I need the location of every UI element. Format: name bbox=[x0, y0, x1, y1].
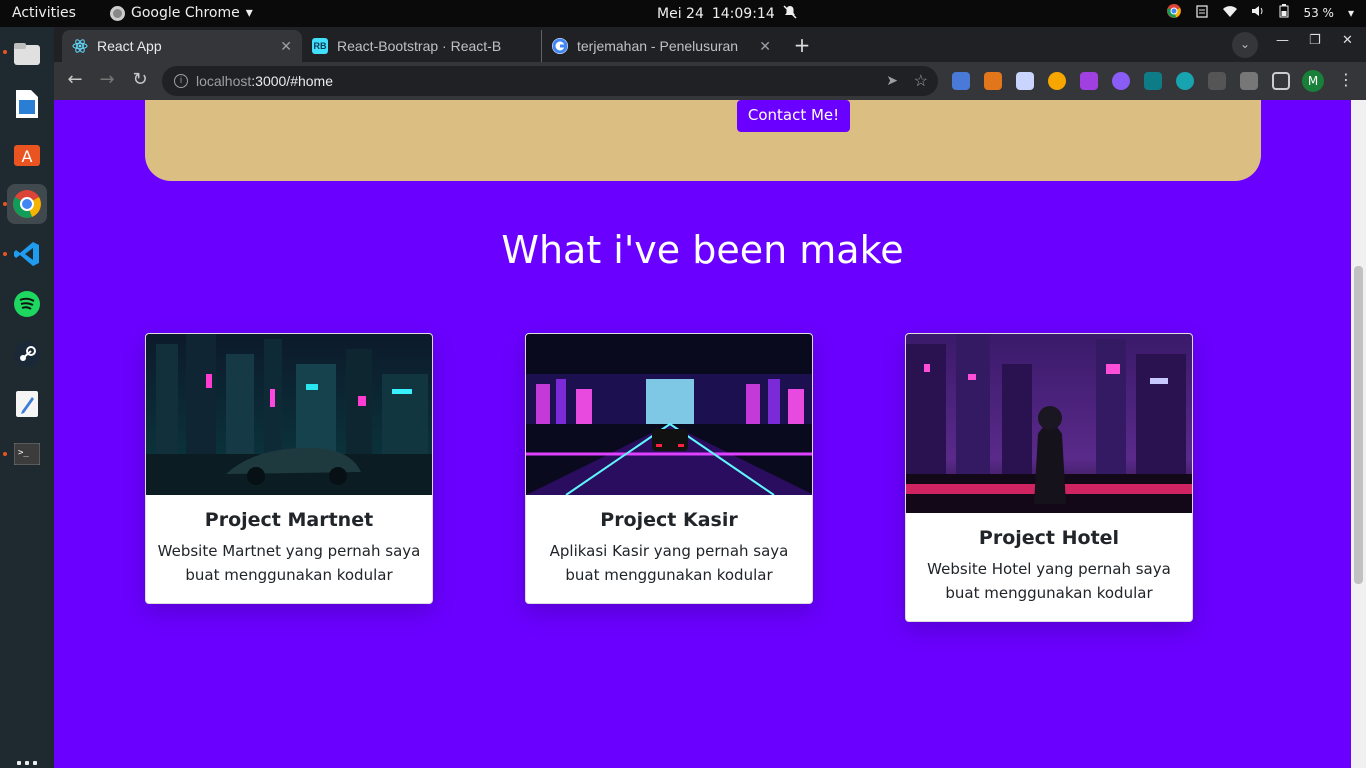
react-bootstrap-favicon-icon: RB bbox=[312, 38, 328, 54]
app-menu-label: Google Chrome bbox=[131, 5, 240, 21]
files-app-icon[interactable] bbox=[7, 34, 47, 74]
close-window-icon[interactable]: ✕ bbox=[1342, 33, 1353, 48]
profile-avatar[interactable]: M bbox=[1302, 70, 1324, 92]
google-favicon-icon bbox=[552, 38, 568, 54]
extensions-puzzle-icon[interactable] bbox=[1240, 72, 1258, 90]
tab-react-app[interactable]: React App ✕ bbox=[62, 30, 302, 62]
chrome-app-icon bbox=[110, 5, 125, 21]
k-extension-icon[interactable] bbox=[1080, 72, 1098, 90]
spotify-app-icon[interactable] bbox=[7, 284, 47, 324]
tab-title: React App bbox=[97, 38, 162, 54]
page-viewport: Contact Me! What i've been make Project … bbox=[54, 100, 1351, 768]
project-card[interactable]: Project Kasir Aplikasi Kasir yang pernah… bbox=[525, 333, 813, 604]
address-bar[interactable]: i localhost:3000/#home ➤ ☆ bbox=[162, 66, 938, 96]
power-menu-chevron-icon: ▾ bbox=[1347, 5, 1354, 20]
chrome-menu-icon[interactable]: ⋮ bbox=[1338, 70, 1354, 89]
project-image-hotel bbox=[906, 334, 1192, 513]
reload-button[interactable]: ↻ bbox=[129, 70, 151, 92]
card-text: Website Hotel yang pernah saya buat meng… bbox=[927, 560, 1171, 602]
show-applications-icon[interactable] bbox=[17, 761, 37, 768]
vscode-app-icon[interactable] bbox=[7, 234, 47, 274]
software-center-icon[interactable]: A bbox=[7, 134, 47, 174]
scrollbar-thumb[interactable] bbox=[1354, 266, 1363, 584]
card-title: Project Kasir bbox=[600, 509, 738, 531]
card-body: Project Kasir Aplikasi Kasir yang pernah… bbox=[526, 495, 812, 603]
chrome-app-icon[interactable] bbox=[7, 184, 47, 224]
restore-icon[interactable]: ❐ bbox=[1309, 33, 1321, 48]
edge-extension-icon[interactable] bbox=[1176, 72, 1194, 90]
clipboard-icon bbox=[1195, 4, 1209, 21]
time-label: 14:09:14 bbox=[711, 6, 775, 22]
project-card[interactable]: Project Hotel Website Hotel yang pernah … bbox=[905, 333, 1193, 622]
section-title: What i've been make bbox=[501, 228, 904, 272]
contact-panel: Contact Me! bbox=[145, 100, 1261, 181]
contact-me-button[interactable]: Contact Me! bbox=[737, 100, 850, 132]
project-image-kasir bbox=[526, 334, 812, 495]
activities-button[interactable]: Activities bbox=[12, 5, 76, 21]
writer-app-icon[interactable] bbox=[7, 84, 47, 124]
svg-text:A: A bbox=[22, 147, 33, 166]
volume-icon bbox=[1251, 4, 1265, 21]
translate-extension-icon[interactable] bbox=[952, 72, 970, 90]
close-tab-icon[interactable]: ✕ bbox=[759, 38, 771, 55]
tab-strip: React App ✕ RB React-Bootstrap · React-B… bbox=[54, 27, 1366, 62]
status-area[interactable]: 53 % ▾ bbox=[1167, 4, 1354, 21]
close-tab-icon[interactable]: ✕ bbox=[280, 38, 292, 55]
docs-extension-icon[interactable] bbox=[1016, 72, 1034, 90]
wifi-icon bbox=[1223, 4, 1238, 21]
side-panel-icon[interactable] bbox=[1272, 72, 1290, 90]
project-image-martnet bbox=[146, 334, 432, 495]
tab-search-button[interactable]: ⌄ bbox=[1232, 32, 1258, 58]
clock[interactable]: Mei 24 14:09:14 bbox=[657, 5, 797, 23]
chevron-down-icon: ▾ bbox=[245, 5, 253, 21]
react-favicon-icon bbox=[72, 38, 88, 54]
coin-extension-icon[interactable] bbox=[1048, 72, 1066, 90]
system-top-bar: Activities Google Chrome ▾ Mei 24 14:09:… bbox=[0, 0, 1366, 27]
site-info-icon[interactable]: i bbox=[174, 74, 188, 88]
date-label: Mei 24 bbox=[657, 6, 704, 22]
app-menu[interactable]: Google Chrome ▾ bbox=[110, 5, 253, 21]
card-text: Aplikasi Kasir yang pernah saya buat men… bbox=[549, 542, 789, 584]
forward-button[interactable]: → bbox=[96, 70, 118, 92]
notifications-off-icon bbox=[783, 5, 797, 23]
card-title: Project Hotel bbox=[978, 527, 1120, 549]
tab-google-search[interactable]: terjemahan - Penelusuran ✕ bbox=[541, 30, 781, 62]
terminal-app-icon[interactable]: >_ bbox=[7, 434, 47, 474]
card-body: Project Martnet Website Martnet yang per… bbox=[146, 495, 432, 603]
steam-app-icon[interactable] bbox=[7, 334, 47, 374]
new-tab-button[interactable]: + bbox=[790, 34, 814, 58]
text-editor-app-icon[interactable] bbox=[7, 384, 47, 424]
send-tab-icon[interactable]: ➤ bbox=[886, 72, 898, 89]
ghost-extension-icon[interactable] bbox=[1112, 72, 1130, 90]
battery-percentage: 53 % bbox=[1303, 5, 1334, 20]
n-extension-icon[interactable] bbox=[1144, 72, 1162, 90]
tab-title: React-Bootstrap · React-B bbox=[337, 38, 502, 54]
minimize-icon[interactable]: — bbox=[1276, 33, 1289, 48]
project-card[interactable]: Project Martnet Website Martnet yang per… bbox=[145, 333, 433, 604]
dock: A >_ bbox=[0, 27, 54, 768]
page-scrollbar[interactable] bbox=[1351, 100, 1366, 768]
chrome-tray-icon bbox=[1167, 4, 1182, 21]
url-text: localhost:3000/#home bbox=[196, 73, 333, 89]
bookmark-star-icon[interactable]: ☆ bbox=[914, 71, 928, 91]
card-title: Project Martnet bbox=[204, 509, 374, 531]
browser-toolbar: ← → ↻ i localhost:3000/#home ➤ ☆ M ⋮ bbox=[54, 62, 1366, 100]
svg-text:>_: >_ bbox=[18, 448, 29, 458]
metamask-extension-icon[interactable] bbox=[984, 72, 1002, 90]
command-extension-icon[interactable] bbox=[1208, 72, 1226, 90]
tab-title: terjemahan - Penelusuran bbox=[577, 38, 739, 54]
card-body: Project Hotel Website Hotel yang pernah … bbox=[906, 513, 1192, 621]
tab-react-bootstrap[interactable]: RB React-Bootstrap · React-B bbox=[302, 30, 540, 62]
back-button[interactable]: ← bbox=[64, 70, 86, 92]
battery-icon bbox=[1279, 4, 1289, 21]
card-text: Website Martnet yang pernah saya buat me… bbox=[157, 542, 421, 584]
